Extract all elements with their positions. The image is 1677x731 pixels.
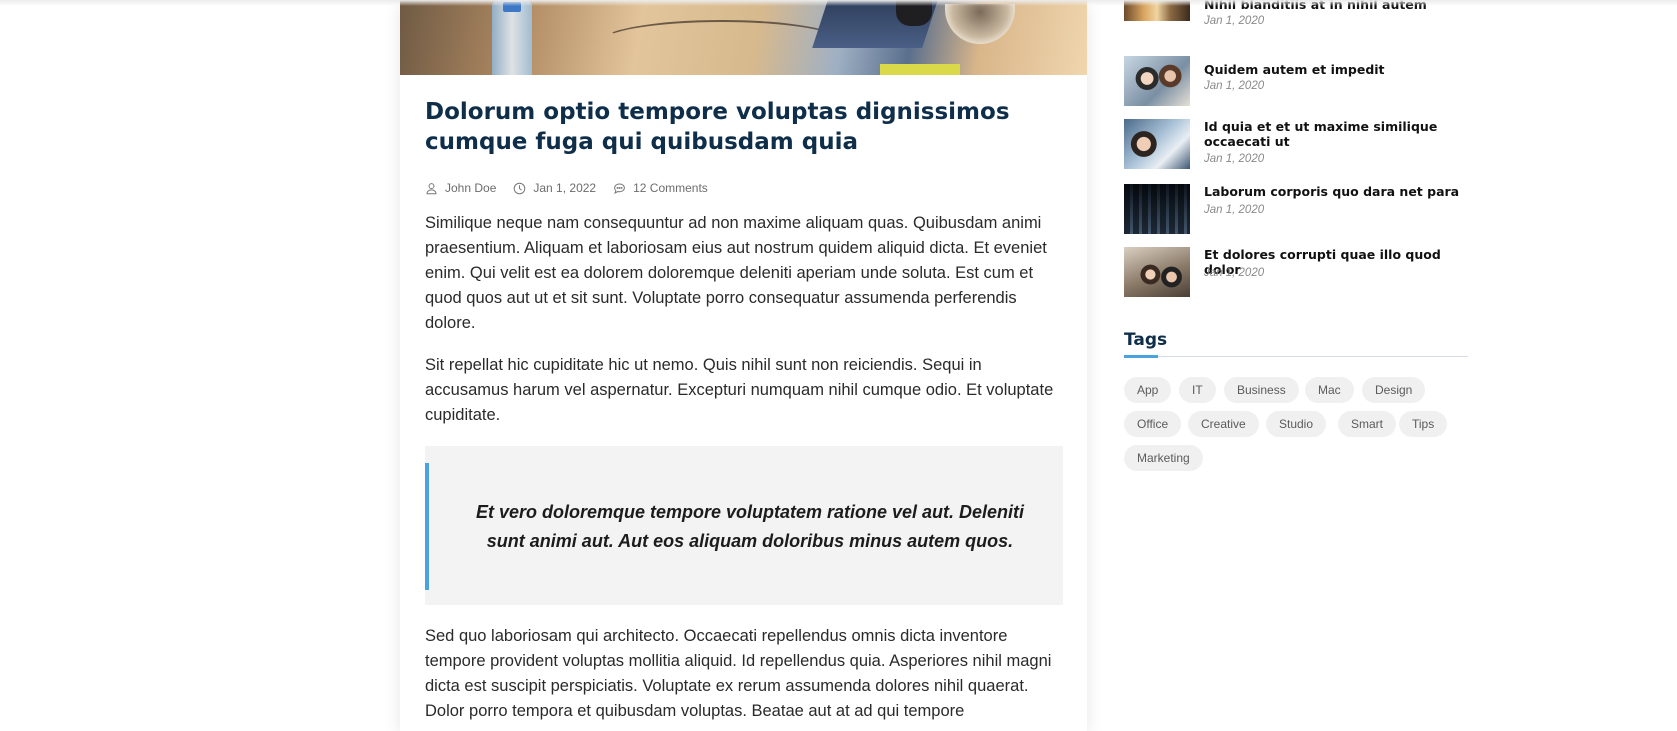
person-icon <box>426 182 437 194</box>
tag-app[interactable]: App <box>1124 377 1172 403</box>
clock-icon <box>514 182 526 194</box>
comment-icon <box>614 183 625 194</box>
recent-post-title[interactable]: Laborum corporis quo dara net para <box>1204 184 1474 199</box>
recent-post-date: Jan 1, 2020 <box>1204 80 1265 92</box>
post-hero-image <box>400 0 1087 75</box>
tag-tips[interactable]: Tips <box>1399 411 1448 437</box>
blockquote-text: Et vero doloremque tempore voluptatem ra… <box>475 502 1025 551</box>
recent-post-date: Jan 1, 2020 <box>1204 267 1265 279</box>
tag-marketing[interactable]: Marketing <box>1124 445 1203 471</box>
recent-post-title[interactable]: Id quia et et ut maxime similique occaec… <box>1204 119 1474 149</box>
post-author-name: John Doe <box>445 181 497 195</box>
post-date-text: Jan 1, 2022 <box>533 181 597 195</box>
tag-it[interactable]: IT <box>1179 377 1216 403</box>
post-date[interactable]: Jan 1, 2022 <box>513 181 596 195</box>
recent-post-date: Jan 1, 2020 <box>1204 204 1265 216</box>
blockquote-accent-bar <box>425 463 429 590</box>
recent-post-item[interactable]: Id quia et et ut maxime similique occaec… <box>1124 119 1474 171</box>
tag-studio[interactable]: Studio <box>1266 411 1327 437</box>
recent-post-date: Jan 1, 2020 <box>1204 15 1265 27</box>
tags-divider <box>1124 356 1468 357</box>
recent-post-item[interactable]: Quidem autem et impedit Jan 1, 2020 <box>1124 56 1474 108</box>
post-meta: John Doe Jan 1, 2022 12 Comments <box>425 180 725 196</box>
tag-business[interactable]: Business <box>1224 377 1299 403</box>
post-author[interactable]: John Doe <box>425 181 496 195</box>
blog-article: Dolorum optio tempore voluptas dignissim… <box>400 0 1087 731</box>
tags-divider-accent <box>1124 355 1158 358</box>
post-comments[interactable]: 12 Comments <box>613 181 708 195</box>
recent-post-title[interactable]: Quidem autem et impedit <box>1204 62 1474 77</box>
top-shadow <box>0 0 1677 6</box>
recent-post-thumbnail[interactable] <box>1124 247 1190 297</box>
tag-office[interactable]: Office <box>1124 411 1182 437</box>
post-title: Dolorum optio tempore voluptas dignissim… <box>425 99 1010 155</box>
recent-post-thumbnail[interactable] <box>1124 56 1190 106</box>
recent-post-item[interactable]: Et dolores corrupti quae illo quod dolor… <box>1124 247 1474 299</box>
post-paragraph: Sit repellat hic cupiditate hic ut nemo.… <box>425 356 1054 424</box>
recent-post-thumbnail[interactable] <box>1124 119 1190 169</box>
post-paragraph: Sed quo laboriosam qui architecto. Occae… <box>425 627 1052 720</box>
post-comments-count: 12 Comments <box>633 181 708 195</box>
tags-widget-title: Tags <box>1124 330 1168 350</box>
blockquote: Et vero doloremque tempore voluptatem ra… <box>425 446 1063 605</box>
post-paragraph: Similique neque nam consequuntur ad non … <box>425 214 1047 332</box>
recent-post-item[interactable]: Laborum corporis quo dara net para Jan 1… <box>1124 184 1474 236</box>
tag-creative[interactable]: Creative <box>1188 411 1259 437</box>
tag-design[interactable]: Design <box>1362 377 1426 403</box>
recent-post-thumbnail[interactable] <box>1124 184 1190 234</box>
recent-post-date: Jan 1, 2020 <box>1204 153 1265 165</box>
tag-mac[interactable]: Mac <box>1305 377 1354 403</box>
tag-smart[interactable]: Smart <box>1338 411 1397 437</box>
